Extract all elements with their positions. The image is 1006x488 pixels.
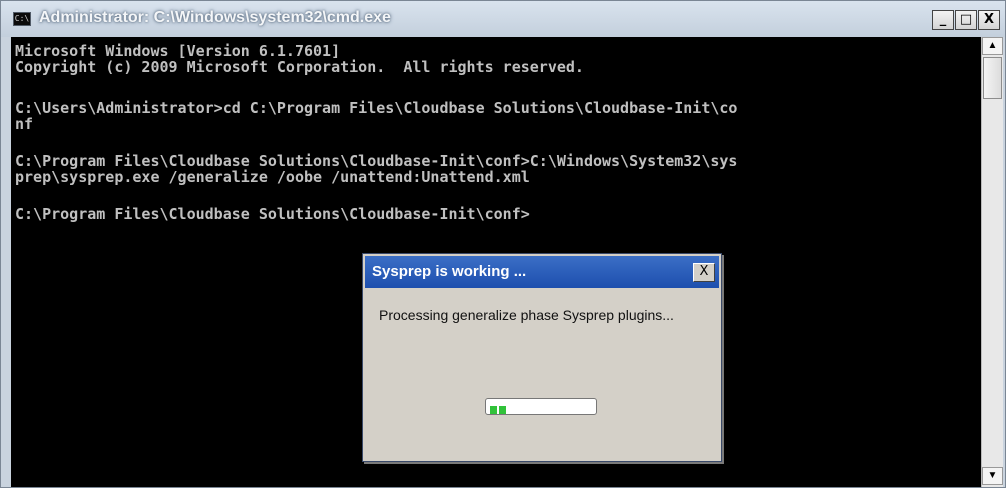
console-line: C:\Users\Administrator>cd C:\Program Fil… [15, 99, 738, 117]
progress-bar [485, 398, 597, 415]
window-title: Administrator: C:\Windows\system32\cmd.e… [39, 9, 391, 26]
vertical-scrollbar[interactable]: ▲ ▼ [981, 37, 1003, 487]
maximize-button[interactable]: □ [955, 10, 977, 30]
console-line: Copyright (c) 2009 Microsoft Corporation… [15, 58, 584, 76]
console-line: Microsoft Windows [Version 6.1.7601] [15, 42, 341, 60]
console-line: nf [15, 115, 34, 133]
scroll-up-icon[interactable]: ▲ [982, 37, 1003, 55]
cmd-app-icon[interactable]: C:\ [13, 12, 31, 26]
console-line: C:\Program Files\Cloudbase Solutions\Clo… [15, 152, 738, 170]
cmd-window: C:\ Administrator: C:\Windows\system32\c… [0, 0, 1006, 488]
dialog-title: Sysprep is working ... [372, 263, 527, 280]
sysprep-dialog: Sysprep is working ... X Processing gene… [362, 253, 722, 462]
progress-segment [490, 406, 497, 414]
dialog-message: Processing generalize phase Sysprep plug… [379, 307, 674, 323]
dialog-title-bar[interactable]: Sysprep is working ... X [365, 256, 719, 288]
scroll-thumb[interactable] [983, 57, 1002, 99]
console-line: prep\sysprep.exe /generalize /oobe /unat… [15, 168, 530, 186]
minimize-button[interactable]: _ [932, 10, 954, 30]
close-button[interactable]: X [978, 10, 1000, 30]
scroll-down-icon[interactable]: ▼ [982, 467, 1003, 485]
progress-fill [490, 402, 508, 414]
console-line: C:\Program Files\Cloudbase Solutions\Clo… [15, 205, 530, 223]
title-bar[interactable]: C:\ Administrator: C:\Windows\system32\c… [1, 1, 1005, 37]
dialog-close-button[interactable]: X [693, 263, 715, 282]
progress-segment [499, 406, 506, 414]
